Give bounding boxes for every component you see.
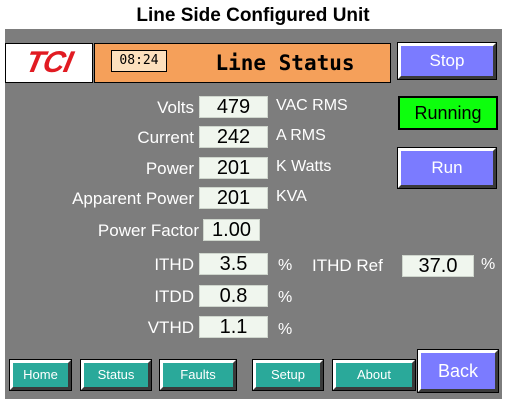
running-status-badge: Running bbox=[398, 96, 498, 130]
logo-text: TCI bbox=[22, 46, 76, 79]
ithd-ref-label: ITHD Ref bbox=[312, 256, 383, 275]
page-caption: Line Side Configured Unit bbox=[136, 5, 370, 26]
ithd-unit: % bbox=[278, 257, 293, 274]
screen-title: Line Status bbox=[215, 51, 355, 75]
volts-label: Volts bbox=[157, 98, 194, 117]
volts-unit: VAC RMS bbox=[276, 97, 348, 114]
nav-status-button[interactable]: Status bbox=[80, 359, 152, 391]
vthd-value: 1.1 bbox=[199, 316, 268, 338]
nav-home-button[interactable]: Home bbox=[9, 359, 72, 391]
run-button[interactable]: Run bbox=[397, 147, 497, 189]
apparent-power-value: 201 bbox=[199, 187, 268, 209]
clock-display: 08:24 bbox=[111, 50, 167, 72]
vthd-label: VTHD bbox=[147, 318, 194, 337]
ithd-ref-value: 37.0 bbox=[402, 255, 474, 277]
itdd-unit: % bbox=[278, 289, 293, 306]
nav-about-button[interactable]: About bbox=[332, 359, 416, 391]
power-unit: K Watts bbox=[276, 158, 332, 175]
power-factor-value: 1.00 bbox=[203, 219, 260, 241]
back-button[interactable]: Back bbox=[417, 349, 499, 393]
current-value: 242 bbox=[199, 126, 268, 148]
tci-logo: TCI bbox=[5, 43, 93, 83]
current-label: Current bbox=[137, 128, 194, 147]
nav-setup-button[interactable]: Setup bbox=[252, 359, 324, 391]
volts-value: 479 bbox=[199, 96, 268, 118]
nav-faults-button[interactable]: Faults bbox=[159, 359, 237, 391]
apparent-power-label: Apparent Power bbox=[72, 189, 194, 208]
itdd-value: 0.8 bbox=[199, 285, 268, 307]
current-unit: A RMS bbox=[276, 127, 326, 144]
ithd-ref-unit: % bbox=[481, 256, 496, 273]
power-value: 201 bbox=[199, 157, 268, 179]
power-label: Power bbox=[145, 159, 194, 178]
ithd-value: 3.5 bbox=[199, 253, 268, 275]
stop-button[interactable]: Stop bbox=[397, 42, 497, 80]
itdd-label: ITDD bbox=[154, 287, 194, 306]
ithd-label: ITHD bbox=[154, 255, 194, 274]
vthd-unit: % bbox=[278, 321, 293, 338]
hmi-panel bbox=[5, 29, 502, 399]
power-factor-label: Power Factor bbox=[97, 221, 199, 240]
apparent-power-unit: KVA bbox=[276, 188, 307, 205]
